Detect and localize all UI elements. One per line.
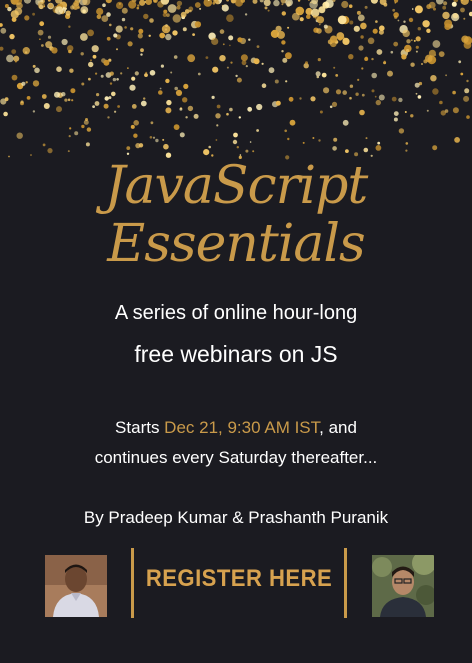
title-line-2: Essentials (107, 214, 365, 274)
subtitle-line-2: free webinars on JS (134, 341, 338, 367)
webinar-poster: JavaScript Essentials A series of online… (0, 0, 472, 663)
schedule-prefix: Starts (115, 418, 165, 437)
subtitle-line-1: A series of online hour-long (114, 302, 358, 324)
schedule-line-1: Starts Dec 21, 9:30 AM IST, and (0, 418, 472, 438)
byline: By Pradeep Kumar & Prashanth Puranik (83, 508, 389, 527)
schedule-date-highlight: Dec 21, 9:30 AM IST (164, 418, 320, 437)
schedule-line-2: continues every Saturday thereafter... (94, 448, 378, 467)
speaker-photo-prashanth (372, 555, 434, 617)
register-button[interactable]: REGISTER HERE (144, 559, 334, 599)
schedule-suffix: , and (319, 418, 357, 437)
divider-left (131, 548, 134, 618)
gold-confetti-decoration (0, 0, 472, 160)
speaker-photo-pradeep (45, 555, 107, 617)
divider-right (344, 548, 347, 618)
title-line-1: JavaScript (104, 156, 369, 216)
